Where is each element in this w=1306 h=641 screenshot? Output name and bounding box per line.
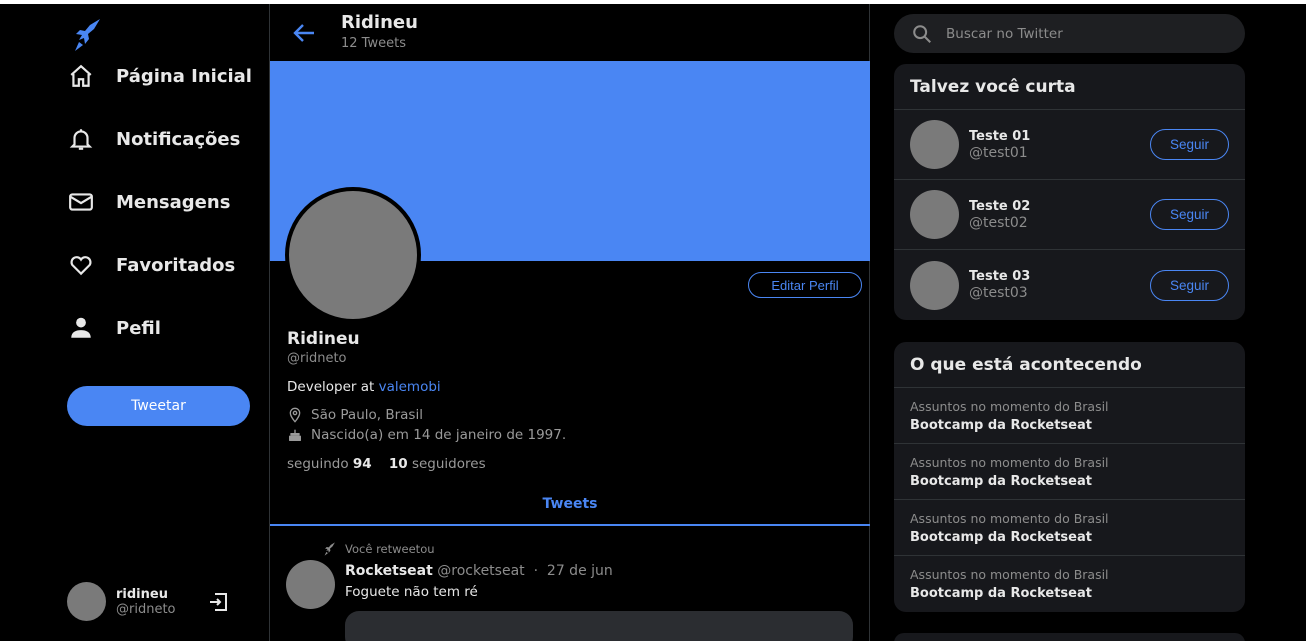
extra-card xyxy=(894,633,1245,641)
home-icon xyxy=(67,62,95,90)
suggestion-name: Teste 01 xyxy=(969,128,1031,144)
trend-topic: Bootcamp da Rocketseat xyxy=(910,586,1092,601)
trend-topic: Bootcamp da Rocketseat xyxy=(910,473,1092,489)
sidebar: Página Inicial Notificações Mensagens Fa… xyxy=(0,4,269,641)
tweet-media[interactable] xyxy=(345,611,853,641)
bio-link[interactable]: valemobi xyxy=(379,379,441,395)
nav-notifications[interactable]: Notificações xyxy=(67,119,240,159)
followers-count: 10 xyxy=(388,456,408,472)
logout-icon[interactable] xyxy=(206,590,230,614)
trend-item[interactable]: Assuntos no momento do Brasil Bootcamp d… xyxy=(894,444,1245,500)
followers-link[interactable]: 10 seguidores xyxy=(389,456,486,472)
header-title: Ridineu xyxy=(341,12,418,33)
avatar xyxy=(67,582,106,621)
follow-stats: seguindo 94 10 seguidores xyxy=(287,456,486,472)
search-input[interactable] xyxy=(946,25,1226,42)
nav-notifications-label: Notificações xyxy=(116,128,241,150)
avatar xyxy=(910,260,959,310)
profile-birthday: Nascido(a) em 14 de janeiro de 1997. xyxy=(287,427,566,443)
trend-topic: Bootcamp da Rocketseat xyxy=(910,529,1092,545)
trend-context: Assuntos no momento do Brasil xyxy=(910,567,1109,582)
avatar xyxy=(910,120,959,169)
retweet-note: Você retweetou xyxy=(323,542,435,556)
nav-favorites[interactable]: Favoritados xyxy=(67,245,235,285)
trends-title: O que está acontecendo xyxy=(894,342,1245,388)
tweet-date: 27 de jun xyxy=(546,563,613,579)
rocket-retweet-icon xyxy=(324,542,335,556)
follow-button[interactable]: Seguir xyxy=(1150,199,1229,230)
current-user[interactable]: ridineu @ridneto xyxy=(67,582,176,621)
suggestion-item[interactable]: Teste 03 @test03 Seguir xyxy=(894,250,1245,320)
nav-profile[interactable]: Pefil xyxy=(67,308,161,348)
current-user-handle: @ridneto xyxy=(116,601,176,617)
back-arrow-icon[interactable] xyxy=(292,22,316,44)
tweet-handle: @rocketseat xyxy=(437,563,525,579)
suggestion-name: Teste 02 xyxy=(969,198,1031,214)
tab-tweets[interactable]: Tweets xyxy=(270,484,870,526)
search-bar xyxy=(894,14,1245,53)
profile-handle: @ridneto xyxy=(287,351,347,366)
follow-button[interactable]: Seguir xyxy=(1150,269,1229,301)
profile-name: Ridineu xyxy=(287,329,360,349)
trend-context: Assuntos no momento do Brasil xyxy=(910,510,1109,526)
who-to-follow-title: Talvez você curta xyxy=(894,64,1245,110)
nav-profile-label: Pefil xyxy=(116,317,161,339)
trend-item[interactable]: Assuntos no momento do Brasil Bootcamp d… xyxy=(894,388,1245,444)
profile-header: Ridineu 12 Tweets xyxy=(270,4,870,61)
trend-item[interactable]: Assuntos no momento do Brasil Bootcamp d… xyxy=(894,556,1245,612)
tweet-separator: · xyxy=(533,563,539,579)
follow-button[interactable]: Seguir xyxy=(1150,129,1229,160)
heart-icon xyxy=(67,251,95,279)
retweet-text: Você retweetou xyxy=(345,542,435,556)
tweet-count: 12 Tweets xyxy=(341,36,406,51)
profile-avatar xyxy=(285,187,421,323)
mail-icon xyxy=(67,188,95,216)
tweet-text: Foguete não tem ré xyxy=(345,584,478,600)
following-count: 94 xyxy=(352,456,372,472)
bell-icon xyxy=(67,125,95,153)
cake-icon xyxy=(287,427,303,443)
who-to-follow-card: Talvez você curta Teste 01 @test01 Segui… xyxy=(894,64,1245,320)
suggestion-name: Teste 03 xyxy=(969,269,1031,284)
trend-context: Assuntos no momento do Brasil xyxy=(910,398,1109,414)
suggestion-handle: @test02 xyxy=(969,214,1028,231)
birthday-text: Nascido(a) em 14 de janeiro de 1997. xyxy=(311,427,567,443)
avatar xyxy=(910,190,959,239)
person-icon xyxy=(67,314,95,342)
suggestion-item[interactable]: Teste 01 @test01 Seguir xyxy=(894,110,1245,180)
current-user-name: ridineu xyxy=(116,586,168,602)
followers-label: seguidores xyxy=(411,456,486,472)
nav-messages[interactable]: Mensagens xyxy=(67,182,230,222)
edit-profile-button[interactable]: Editar Perfil xyxy=(748,272,862,298)
following-label: seguindo xyxy=(287,456,349,472)
tab-tweets-label: Tweets xyxy=(542,496,598,512)
nav-favorites-label: Favoritados xyxy=(116,254,236,276)
following-link[interactable]: seguindo 94 xyxy=(287,456,372,472)
nav-messages-label: Mensagens xyxy=(116,191,231,213)
bio-text: Developer at xyxy=(287,379,375,395)
rocket-logo-icon[interactable] xyxy=(73,18,103,52)
suggestion-item[interactable]: Teste 02 @test02 Seguir xyxy=(894,180,1245,250)
tweet-header: Rocketseat @rocketseat · 27 de jun xyxy=(345,563,613,579)
nav-home[interactable]: Página Inicial xyxy=(67,56,252,96)
location-pin-icon xyxy=(287,407,303,423)
profile-bio: Developer at valemobi xyxy=(287,379,441,395)
trend-context: Assuntos no momento do Brasil xyxy=(910,454,1109,470)
tweet-author-avatar[interactable] xyxy=(286,560,335,609)
suggestion-handle: @test01 xyxy=(969,144,1028,161)
search-icon xyxy=(913,24,931,43)
suggestion-handle: @test03 xyxy=(969,285,1028,301)
profile-location: São Paulo, Brasil xyxy=(287,407,423,423)
nav-home-label: Página Inicial xyxy=(116,65,252,87)
main-column: Ridineu 12 Tweets Editar Perfil Ridineu … xyxy=(269,4,870,641)
tweet-button[interactable]: Tweetar xyxy=(67,386,250,426)
trend-item[interactable]: Assuntos no momento do Brasil Bootcamp d… xyxy=(894,500,1245,556)
trends-card: O que está acontecendo Assuntos no momen… xyxy=(894,342,1245,612)
location-text: São Paulo, Brasil xyxy=(311,407,423,423)
trend-topic: Bootcamp da Rocketseat xyxy=(910,417,1092,433)
tweet-author[interactable]: Rocketseat xyxy=(345,563,433,579)
